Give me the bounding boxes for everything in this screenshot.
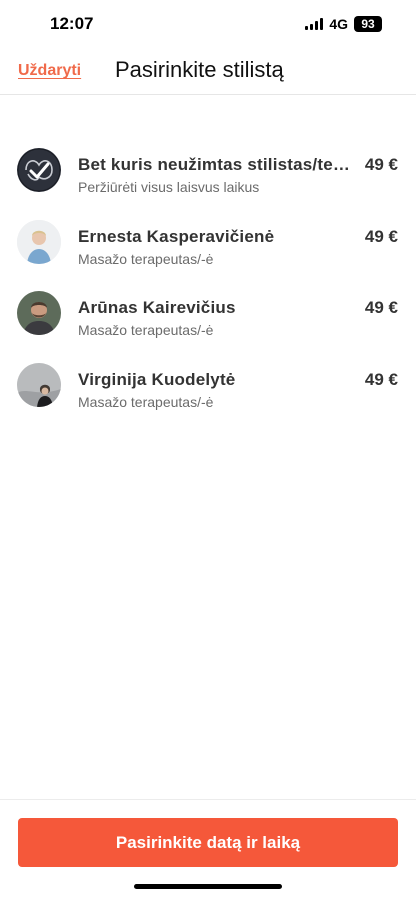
screen: 12:07 4G 93 Uždaryti Pasirinkite stilist… [0, 0, 416, 900]
status-time: 12:07 [50, 14, 94, 33]
stylist-subtitle: Masažo terapeutas/-ė [78, 322, 214, 338]
status-bar: 12:07 4G 93 [0, 0, 416, 50]
stylist-name: Bet kuris neužimtas stilistas/terapeutas [78, 155, 354, 174]
stylist-subtitle: Masažo terapeutas/-ė [78, 250, 214, 267]
list-item-any-stylist[interactable]: Bet kuris neužimtas stilistas/terapeutas… [0, 140, 416, 212]
stylist-name: Arūnas Kairevičius [78, 298, 236, 317]
stylist-name: Virginija Kuodelytė [78, 369, 236, 389]
stylist-price: 49 € [364, 298, 398, 317]
signal-icon [305, 18, 324, 30]
header: Uždaryti Pasirinkite stilistą [0, 50, 416, 95]
avatar [17, 219, 61, 264]
stylist-name: Ernesta Kasperavičienė [78, 226, 275, 246]
list-item-stylist[interactable]: Ernesta Kasperavičienė Masažo terapeutas… [0, 212, 416, 284]
stylist-price: 49 € [364, 226, 398, 246]
status-indicators: 4G 93 [305, 16, 382, 32]
footer-divider [0, 799, 416, 800]
stylist-list: Bet kuris neužimtas stilistas/terapeutas… [0, 140, 416, 426]
avatar [17, 291, 61, 335]
list-item-stylist[interactable]: Virginija Kuodelytė Masažo terapeutas/-ė… [0, 355, 416, 427]
stylist-subtitle: Masažo terapeutas/-ė [78, 393, 214, 410]
stylist-price: 49 € [364, 369, 398, 389]
choose-date-time-button[interactable]: Pasirinkite datą ir laiką [18, 818, 398, 867]
avatar [17, 362, 61, 407]
battery-icon: 93 [354, 16, 382, 32]
stylist-price: 49 € [364, 155, 398, 174]
stylist-subtitle: Peržiūrėti visus laisvus laikus [78, 179, 260, 195]
any-stylist-icon [17, 148, 61, 192]
close-button[interactable]: Uždaryti [18, 62, 81, 80]
list-item-stylist[interactable]: Arūnas Kairevičius Masažo terapeutas/-ė … [0, 283, 416, 355]
network-label: 4G [329, 16, 348, 32]
home-indicator [134, 884, 282, 889]
page-title: Pasirinkite stilistą [115, 57, 284, 82]
